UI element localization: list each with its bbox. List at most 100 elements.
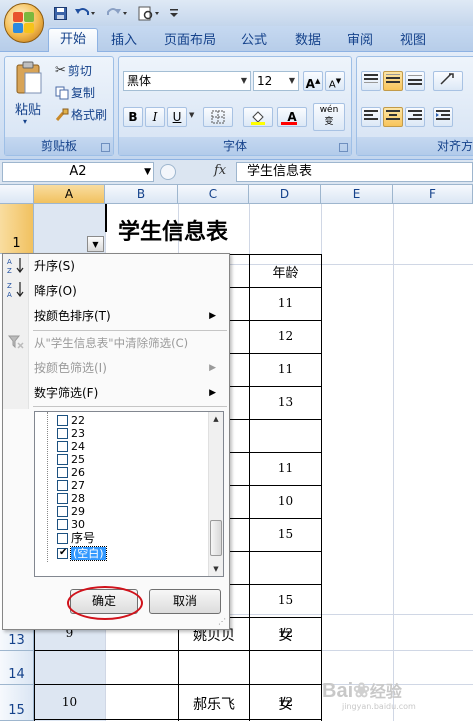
tab-page-layout[interactable]: 页面布局: [156, 30, 224, 52]
age-cell[interactable]: 10: [250, 494, 321, 508]
column-header-f[interactable]: F: [393, 185, 473, 204]
dialog-launcher-icon[interactable]: [339, 143, 348, 152]
checkbox[interactable]: [57, 428, 68, 439]
list-item[interactable]: 23: [57, 427, 85, 440]
grow-font-button[interactable]: A▲: [303, 71, 323, 91]
list-item[interactable]: 25: [57, 453, 85, 466]
tab-insert[interactable]: 插入: [102, 30, 146, 52]
tab-review[interactable]: 审阅: [338, 30, 382, 52]
name-box[interactable]: A2 ▼: [2, 162, 154, 182]
column-header-e[interactable]: E: [321, 185, 393, 204]
list-item[interactable]: 序号: [57, 532, 95, 545]
customize-dropdown-icon[interactable]: [168, 5, 180, 21]
underline-button[interactable]: U: [167, 107, 187, 127]
cancel-button[interactable]: 取消: [149, 589, 221, 614]
checkbox[interactable]: [57, 506, 68, 517]
column-header-c[interactable]: C: [178, 185, 249, 204]
age-header[interactable]: 年龄: [250, 262, 321, 281]
checkbox[interactable]: [57, 467, 68, 478]
list-item[interactable]: 30: [57, 518, 85, 531]
checkbox[interactable]: [57, 441, 68, 452]
age-cell[interactable]: 15: [250, 593, 321, 607]
list-item[interactable]: 26: [57, 466, 85, 479]
scroll-down-icon[interactable]: ▼: [209, 562, 223, 576]
sheet-title[interactable]: 学生信息表: [118, 214, 228, 246]
insert-function-button[interactable]: fx: [214, 163, 226, 178]
chevron-down-icon[interactable]: ▼: [238, 72, 250, 90]
chevron-down-icon[interactable]: ▼: [286, 72, 298, 90]
column-header-b[interactable]: B: [105, 185, 178, 204]
age-cell[interactable]: 11: [250, 362, 321, 376]
cut-button[interactable]: ✂ 剪切: [55, 61, 92, 81]
select-all-corner[interactable]: [0, 185, 34, 204]
save-icon[interactable]: [52, 5, 68, 21]
align-bottom-button[interactable]: [405, 71, 425, 91]
checkbox[interactable]: [57, 415, 68, 426]
borders-button[interactable]: [203, 107, 233, 127]
tab-formulas[interactable]: 公式: [232, 30, 276, 52]
list-item[interactable]: 24: [57, 440, 85, 453]
indent-button[interactable]: [433, 107, 453, 127]
scroll-up-icon[interactable]: ▲: [209, 412, 223, 426]
align-right-button[interactable]: [405, 107, 425, 127]
age-cell[interactable]: 15: [250, 527, 321, 541]
redo-icon[interactable]: [104, 5, 130, 21]
align-left-button[interactable]: [361, 107, 381, 127]
autofilter-dropdown-button[interactable]: ▼: [87, 236, 104, 252]
align-middle-button[interactable]: [383, 71, 403, 91]
shrink-font-button[interactable]: A▼: [325, 71, 345, 91]
filter-values-list[interactable]: 22 23 24 25 26 27 28 29 30 序号 ✔ (空白) ▲ ▼: [34, 411, 224, 577]
paste-button[interactable]: 粘贴 ▾: [9, 59, 49, 135]
age-cell[interactable]: 11: [250, 461, 321, 475]
checkbox[interactable]: [57, 454, 68, 465]
tab-view[interactable]: 视图: [391, 30, 435, 52]
row15-number[interactable]: 10: [34, 695, 105, 709]
orientation-button[interactable]: [433, 71, 463, 91]
checkbox[interactable]: [57, 533, 68, 544]
tab-data[interactable]: 数据: [286, 30, 330, 52]
align-center-button[interactable]: [383, 107, 403, 127]
bold-button[interactable]: B: [123, 107, 143, 127]
chevron-down-icon[interactable]: ▼: [144, 163, 151, 181]
italic-button[interactable]: I: [145, 107, 165, 127]
column-header-a[interactable]: A: [34, 185, 105, 204]
copy-button[interactable]: 复制: [55, 83, 95, 103]
undo-icon[interactable]: [72, 5, 98, 21]
column-header-d[interactable]: D: [249, 185, 321, 204]
row-header-15[interactable]: 15: [0, 685, 34, 721]
formula-input[interactable]: 学生信息表: [236, 162, 473, 182]
menu-sort-ascending[interactable]: 升序(S): [34, 255, 75, 277]
align-top-button[interactable]: [361, 71, 381, 91]
age-cell[interactable]: 12: [250, 329, 321, 343]
format-painter-button[interactable]: 格式刷: [55, 105, 107, 125]
dialog-launcher-icon[interactable]: [101, 143, 110, 152]
chevron-down-icon[interactable]: ▼: [189, 111, 194, 119]
row-header-13[interactable]: 13: [0, 630, 34, 651]
phonetic-guide-button[interactable]: wén 变: [313, 103, 345, 131]
row-header-1[interactable]: 1: [0, 204, 34, 254]
tab-home[interactable]: 开始: [48, 28, 98, 53]
font-name-combo[interactable]: 黑体 ▼: [123, 71, 251, 91]
resize-grip-icon[interactable]: ⋰: [218, 618, 228, 628]
list-item[interactable]: 29: [57, 505, 85, 518]
font-size-combo[interactable]: 12 ▼: [253, 71, 299, 91]
row15-name[interactable]: 郝乐飞: [179, 694, 249, 714]
row-header-14[interactable]: 14: [0, 651, 34, 685]
row15-age[interactable]: 12: [250, 695, 321, 709]
age-cell[interactable]: 11: [250, 296, 321, 310]
list-item[interactable]: ✔ (空白): [57, 546, 107, 561]
menu-sort-by-color[interactable]: 按颜色排序(T) ▶: [34, 305, 224, 327]
fill-color-button[interactable]: [243, 107, 273, 127]
checkbox[interactable]: [57, 480, 68, 491]
office-button[interactable]: [4, 3, 44, 43]
font-color-button[interactable]: A: [277, 107, 307, 127]
menu-sort-descending[interactable]: 降序(O): [34, 280, 77, 302]
checkbox-checked[interactable]: ✔: [57, 547, 68, 559]
age-cell[interactable]: 13: [250, 395, 321, 409]
list-scrollbar[interactable]: ▲ ▼: [208, 412, 223, 576]
checkbox[interactable]: [57, 493, 68, 504]
list-item[interactable]: 27: [57, 479, 85, 492]
menu-number-filters[interactable]: 数字筛选(F) ▶: [34, 382, 224, 404]
list-item[interactable]: 22: [57, 414, 85, 427]
row13-age[interactable]: 12: [250, 626, 321, 640]
